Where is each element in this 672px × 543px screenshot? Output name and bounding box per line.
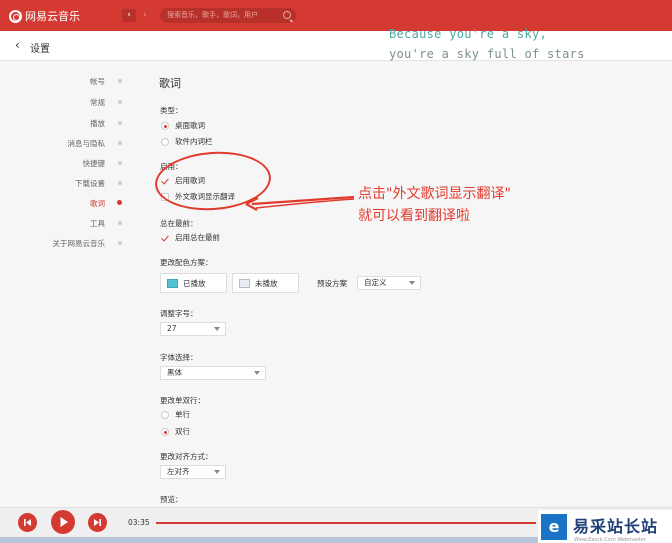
lyric-line-2: you're a sky full of stars [389,47,585,61]
font-size-select[interactable]: 27 [160,322,226,336]
font-size-label: 调整字号： [160,309,198,318]
next-button[interactable] [88,513,107,532]
sidebar-dot [118,181,122,185]
current-time: 03:35 [128,518,150,527]
section-title: 歌词 [159,77,181,90]
type-label: 类型： [160,106,183,115]
back-nav-button[interactable]: ‹ [122,9,136,22]
double-line-option[interactable]: 双行 [161,426,190,437]
sidebar-dot [118,161,122,165]
annotation-arrow [245,195,355,211]
type-option-desktop[interactable]: 桌面歌词 [161,120,205,131]
lyric-line-1: Because you're a sky, [389,27,548,41]
played-color-button[interactable]: 已播放 [160,273,227,293]
align-label: 更改对齐方式： [160,452,213,461]
desktop-lyrics-overlay: Because you're a sky, you're a sky full … [389,24,585,64]
sidebar-dot [118,121,122,125]
sidebar-dot [118,79,122,83]
app-logo[interactable]: 网易云音乐 [9,8,80,24]
font-size-value: 27 [167,324,177,333]
radio-unselected[interactable] [161,410,169,419]
always-on-top-checkbox[interactable]: 启用总在最前 [161,232,220,243]
align-select[interactable]: 左对齐 [160,465,226,479]
option-label: 桌面歌词 [175,121,205,130]
chevron-down-icon [254,371,260,375]
annotation-text: 点击"外文歌词显示翻译" 就可以看到翻译啦 [358,183,511,227]
font-family-value: 黑体 [167,368,182,377]
option-label: 双行 [175,427,190,436]
sidebar-item-account[interactable]: 帐号 [90,76,105,87]
played-label: 已播放 [183,278,206,288]
single-line-option[interactable]: 单行 [161,409,190,420]
sidebar-item-download[interactable]: 下载设置 [75,178,105,189]
option-label: 启用总在最前 [175,233,220,242]
played-swatch [167,278,178,288]
option-label: 软件内词栏 [175,137,213,146]
sidebar-dot [118,241,122,245]
align-value: 左对齐 [167,467,190,476]
annotation-line-1: 点击"外文歌词显示翻译" [358,186,511,202]
watermark-subtext: Www.Easck.Com Webmaster [574,537,646,543]
font-family-label: 字体选择： [160,353,198,362]
color-scheme-label: 更改配色方案： [160,258,213,267]
next-icon [94,519,101,526]
sidebar-item-privacy[interactable]: 消息与隐私 [68,138,106,149]
app-name: 网易云音乐 [25,10,80,23]
annotation-line-2: 就可以看到翻译啦 [358,208,470,224]
unplayed-color-button[interactable]: 未播放 [232,273,299,293]
sidebar-item-shortcuts[interactable]: 快捷键 [83,158,106,169]
sidebar-dot [118,141,122,145]
chevron-down-icon [214,327,220,331]
watermark-text: 易采站长站 [573,517,659,536]
option-label: 单行 [175,410,190,419]
radio-selected[interactable] [161,427,169,436]
lines-label: 更改单双行： [160,396,205,405]
search-input[interactable]: 搜索音乐，歌手，歌词，用户 [160,8,296,23]
netease-music-icon [9,9,22,23]
previous-button[interactable] [18,513,37,532]
play-button[interactable] [51,510,75,534]
progress-bar[interactable] [156,522,536,524]
search-placeholder: 搜索音乐，歌手，歌词，用户 [167,11,258,19]
unplayed-label: 未播放 [255,278,278,288]
chevron-down-icon [409,281,415,285]
forward-nav-button[interactable]: › [138,9,152,22]
chevron-down-icon [214,470,220,474]
preview-label: 预览： [160,495,183,504]
sidebar-item-about[interactable]: 关于网易云音乐 [53,238,106,249]
preset-value: 自定义 [364,278,387,287]
radio-selected[interactable] [161,121,169,130]
site-watermark: e 易采站长站 Www.Easck.Com Webmaster [538,510,672,543]
sidebar-item-lyrics[interactable]: 歌词 [90,198,105,209]
radio-unselected[interactable] [161,137,169,146]
page-title: 设置 [30,44,50,55]
font-family-select[interactable]: 黑体 [160,366,266,380]
preset-select[interactable]: 自定义 [357,276,421,290]
sidebar-dot [118,221,122,225]
lyrics-settings-panel: 歌词 类型： 桌面歌词 软件内词栏 启用： 启用歌词 外文歌词显示翻译 总在最前… [140,62,672,507]
back-icon[interactable]: ‹ [15,38,20,52]
unplayed-swatch [239,278,250,288]
sidebar-item-general[interactable]: 常规 [90,97,105,108]
watermark-logo: e [541,513,567,540]
previous-icon [24,519,31,526]
play-icon [60,517,68,527]
ontop-label: 总在最前： [160,219,198,228]
sidebar-item-tools[interactable]: 工具 [90,218,105,229]
sidebar-active-dot [117,200,122,205]
preset-label: 预设方案 [317,279,347,288]
type-option-in-app[interactable]: 软件内词栏 [161,136,213,147]
sidebar-dot [118,100,122,104]
checkmark-icon[interactable] [161,234,169,242]
sidebar-item-playback[interactable]: 播放 [90,118,105,129]
settings-sidebar: 帐号 常规 播放 消息与隐私 快捷键 下载设置 歌词 工具 关于网易云音乐 [0,62,140,507]
search-icon[interactable] [283,11,291,19]
